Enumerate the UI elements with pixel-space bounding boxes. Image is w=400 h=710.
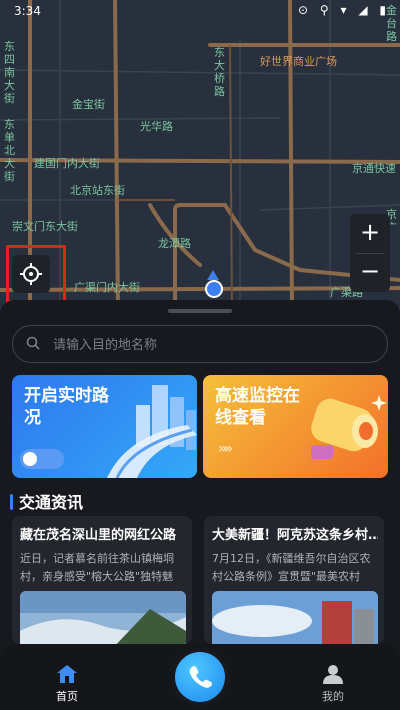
zoom-control: + − [350,214,390,292]
news-title: 大美新疆！阿克苏这条乡村… [212,528,378,543]
drag-handle[interactable] [168,309,232,313]
map-label: 京通快速 [352,162,396,175]
search-icon [26,336,40,350]
map-label: 建国门内大街 [34,157,100,170]
news-title: 藏在茂名深山里的网红公路 [20,528,177,543]
status-time: 3:34 [14,4,41,18]
toggle-knob [23,452,37,466]
user-icon [323,665,343,684]
news-summary: 7月12日，《新疆维吾尔自治区农村公路条例》宣贯暨"最美农村路"建… [212,552,371,583]
highway-monitor-card[interactable]: 高速监控在线查看 »» [203,375,388,478]
map-label: 好世界商业广场 [260,55,337,68]
map-view[interactable]: 东四南大街 东单北大街 金宝街 东大桥路 好世界商业广场 光华路 建国门内大街 … [0,0,400,312]
tab-me-label: 我的 [322,690,344,703]
double-chevron-icon: »» [218,441,233,457]
section-accent-bar [10,494,13,510]
zoom-divider [356,253,384,254]
map-label: 东四南大街 [4,40,15,105]
current-location-marker [205,280,223,298]
news-summary: 近日，记者慕名前往茶山镇梅垌村，亲身感受"榕大公路"独特魅力… [20,552,174,583]
search-input[interactable] [51,326,375,364]
map-label: 东大桥路 [214,46,225,98]
call-button[interactable] [175,652,225,702]
highlight-frame [6,245,66,303]
map-label: 东单北大街 [4,118,15,183]
map-label: 金宝街 [72,98,105,111]
news-thumbnail [20,591,186,644]
map-label: 龙潭路 [158,237,191,250]
news-item[interactable]: 藏在茂名深山里的网红公路 近日，记者慕名前往茶山镇梅垌村，亲身感受"榕大公路"独… [12,516,192,644]
phone-icon [189,666,212,688]
tab-me[interactable]: 我的 [303,664,363,704]
heading-arrow-icon [207,270,219,280]
news-item[interactable]: 大美新疆！阿克苏这条乡村… 7月12日，《新疆维吾尔自治区农村公路条例》宣贯暨"… [204,516,384,644]
status-icons: ⊙ ⚲ ▾ ◢ ▮ [298,3,390,17]
home-icon [57,665,77,683]
card-title: 开启实时路况 [24,386,109,428]
search-bar[interactable] [12,325,388,364]
traffic-toggle[interactable] [20,449,64,469]
status-bar: 3:34 ⊙ ⚲ ▾ ◢ ▮ [0,0,400,22]
tab-home-label: 首页 [56,690,78,703]
zoom-in-button[interactable]: + [350,214,390,253]
tab-home[interactable]: 首页 [37,664,97,704]
news-thumbnail [212,591,378,644]
section-title: 交通资讯 [19,493,84,512]
map-label: 广渠门内大街 [74,281,140,294]
zoom-out-button[interactable]: − [350,253,390,292]
card-title: 高速监控在线查看 [215,386,300,428]
map-label: 北京站东街 [70,184,125,197]
map-label: 崇文门东大街 [12,220,78,233]
section-header: 交通资讯 [10,489,83,513]
map-label: 光华路 [140,120,173,133]
realtime-traffic-card[interactable]: 开启实时路况 [12,375,197,478]
